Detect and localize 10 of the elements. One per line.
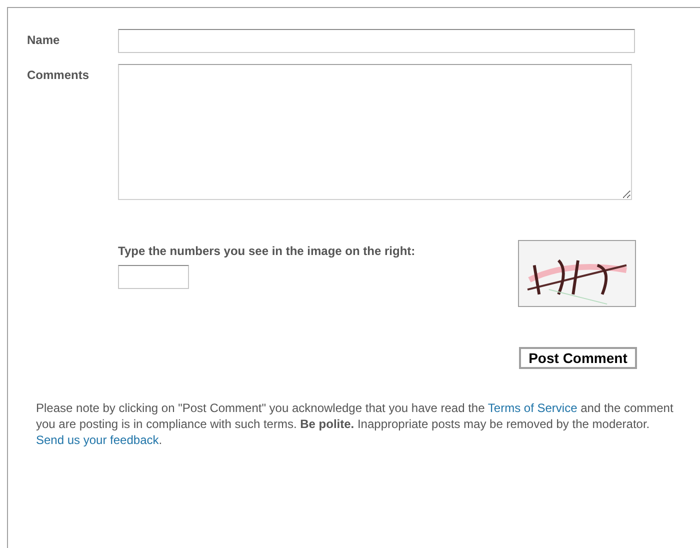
feedback-link[interactable]: Send us your feedback [36, 433, 159, 447]
name-label: Name [27, 32, 61, 49]
captcha-prompt: Type the numbers you see in the image on the right: [118, 243, 416, 260]
posting-notice: Please note by clicking on "Post Comment" you acknowledge that you have read the Terms of Service and the comment you are posting is in compliance with such terms. Be polite. Inappropriate posts may be removed by the moderator. Send us your feedback. [36, 400, 674, 448]
name-field[interactable] [118, 29, 635, 53]
comments-field[interactable] [118, 64, 632, 200]
post-comment-button[interactable]: Post Comment [519, 347, 637, 369]
comments-label: Comments [27, 67, 90, 84]
terms-of-service-link[interactable]: Terms of Service [488, 401, 578, 415]
captcha-field[interactable] [118, 265, 189, 289]
